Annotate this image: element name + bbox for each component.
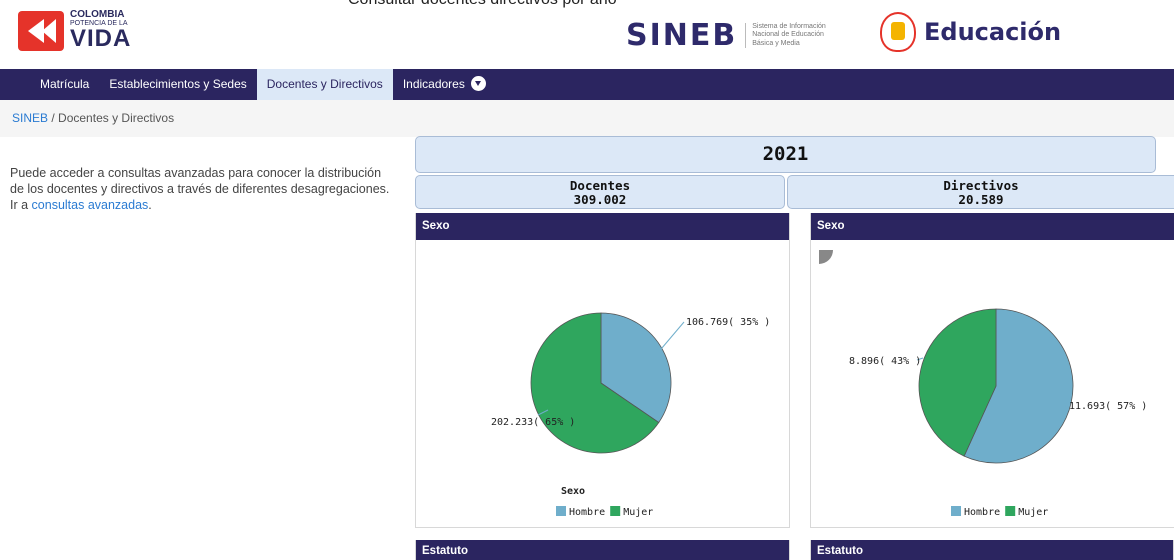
legend-label-mujer[interactable]: Mujer bbox=[623, 507, 653, 518]
colombia-potencia-logo[interactable]: COLOMBIA POTENCIA DE LA VIDA bbox=[18, 10, 131, 51]
main-navbar: Matrícula Establecimientos y Sedes Docen… bbox=[0, 69, 1174, 100]
breadcrumb-separator: / bbox=[51, 111, 55, 125]
sineb-sub-line1: Sistema de Información bbox=[752, 23, 826, 31]
colombia-logo-text: COLOMBIA POTENCIA DE LA VIDA bbox=[70, 10, 131, 51]
sineb-logo-word: SINEB bbox=[626, 18, 738, 53]
pie-slice-label-mujer: 202.233( 65% ) bbox=[491, 417, 575, 428]
directivos-sexo-pie-chart: 11.693( 57% ) 8.896( 43% ) Hombre Mujer bbox=[819, 250, 1147, 518]
chevron-down-icon[interactable] bbox=[470, 76, 486, 92]
breadcrumb-current: Docentes y Directivos bbox=[58, 111, 175, 125]
sineb-logo-subtitle: Sistema de Información Nacional de Educa… bbox=[745, 23, 826, 48]
directivos-value: 20.589 bbox=[958, 192, 1004, 207]
sineb-sub-line3: Básica y Media bbox=[752, 39, 800, 47]
colombia-logo-line3: VIDA bbox=[70, 25, 132, 52]
legend-swatch-mujer bbox=[610, 506, 621, 516]
nav-item-matricula[interactable]: Matrícula bbox=[30, 69, 99, 100]
pie-slice-label-hombre: 106.769( 35% ) bbox=[686, 317, 770, 328]
legend-title: Sexo bbox=[561, 486, 585, 497]
pie-slice-label-mujer: 8.896( 43% ) bbox=[849, 356, 921, 367]
directivos-estatuto-title: Estatuto bbox=[811, 540, 1173, 560]
docentes-total-box: Docentes 309.002 bbox=[415, 175, 785, 209]
ministerio-educacion-logo[interactable]: Educación bbox=[880, 12, 1061, 52]
chart-menu-icon[interactable] bbox=[819, 250, 833, 264]
legend-label-hombre[interactable]: Hombre bbox=[964, 507, 1000, 518]
legend-swatch-mujer bbox=[1005, 506, 1016, 516]
colombia-logo-line1: COLOMBIA bbox=[70, 9, 125, 20]
nav-item-establecimientos[interactable]: Establecimientos y Sedes bbox=[99, 69, 256, 100]
intro-text-end: . bbox=[148, 198, 152, 212]
directivos-sexo-title: Sexo bbox=[811, 213, 1174, 240]
docentes-sexo-panel: Sexo 106.769( 35% ) 202.233( 65% ) Sexo Hom… bbox=[415, 213, 790, 528]
nav-item-docentes-directivos[interactable]: Docentes y Directivos bbox=[256, 69, 393, 100]
educacion-logo-word: Educación bbox=[924, 18, 1062, 46]
legend-swatch-hombre bbox=[951, 506, 961, 516]
coat-of-arms-icon bbox=[880, 12, 916, 52]
legend-swatch-hombre bbox=[556, 506, 566, 516]
directivos-label: Directivos bbox=[943, 178, 1019, 193]
breadcrumb-link-sineb[interactable]: SINEB bbox=[12, 111, 48, 125]
docentes-value: 309.002 bbox=[573, 192, 627, 207]
legend-label-mujer[interactable]: Mujer bbox=[1018, 507, 1048, 518]
docentes-sexo-title: Sexo bbox=[416, 213, 789, 240]
advanced-queries-link[interactable]: consultas avanzadas bbox=[32, 198, 149, 212]
pie-slice-label-hombre: 11.693( 57% ) bbox=[1069, 401, 1147, 412]
year-header: 2021 bbox=[415, 136, 1156, 173]
sineb-logo[interactable]: SINEB Sistema de Información Nacional de… bbox=[626, 18, 826, 53]
breadcrumb: SINEB / Docentes y Directivos bbox=[0, 100, 1174, 137]
docentes-estatuto-title: Estatuto bbox=[416, 540, 789, 560]
legend-label-hombre[interactable]: Hombre bbox=[569, 507, 605, 518]
nav-item-indicadores[interactable]: Indicadores bbox=[393, 69, 496, 100]
docentes-label: Docentes bbox=[569, 178, 631, 193]
sineb-sub-line2: Nacional de Educación bbox=[752, 31, 824, 39]
docentes-estatuto-panel: Estatuto bbox=[415, 540, 790, 560]
intro-paragraph: Puede acceder a consultas avanzadas para… bbox=[10, 165, 390, 213]
directivos-total-box: Directivos 20.589 bbox=[787, 175, 1174, 209]
directivos-estatuto-panel: Estatuto bbox=[810, 540, 1174, 560]
nav-item-indicadores-label: Indicadores bbox=[402, 77, 465, 91]
site-header: COLOMBIA POTENCIA DE LA VIDA SINEB Siste… bbox=[0, 0, 1174, 68]
directivos-sexo-panel: Sexo 11.693( 57% ) 8.896( 43% ) Hombre Muje… bbox=[810, 213, 1174, 528]
pie-leader-line bbox=[655, 321, 685, 356]
colombia-logo-mark-icon bbox=[18, 10, 64, 51]
docentes-sexo-pie-chart: 106.769( 35% ) 202.233( 65% ) Sexo Hombre Mu… bbox=[491, 312, 770, 518]
